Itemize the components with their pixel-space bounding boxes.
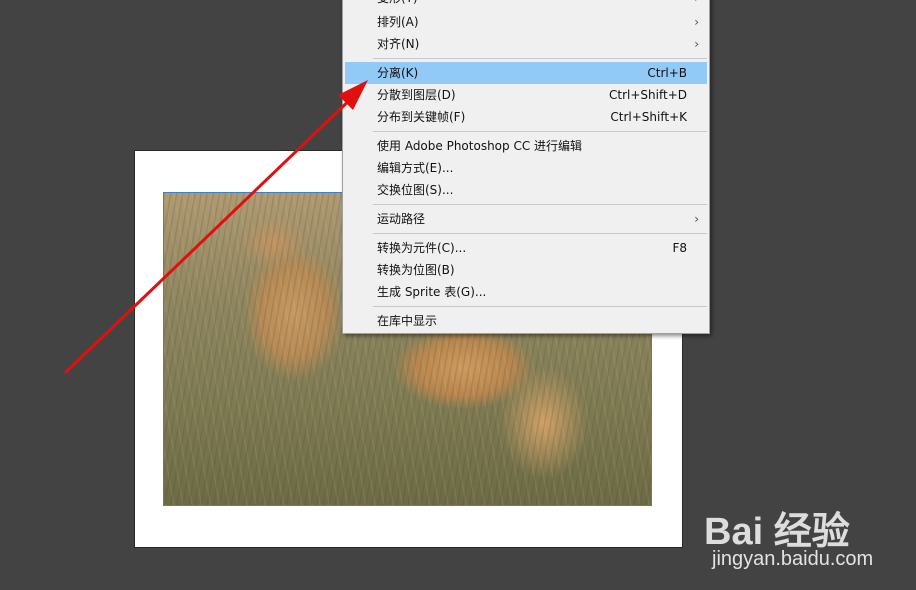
baidu-watermark: Bai 经验 jingyan.baidu.com [704, 490, 904, 580]
baidu-paw-icon: Bai 经验 [704, 511, 850, 553]
watermark-url: jingyan.baidu.com [712, 548, 874, 570]
